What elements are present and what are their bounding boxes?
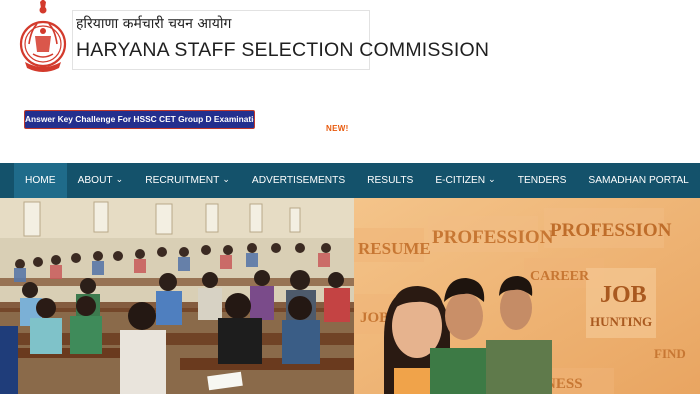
nav-item-e-citizen[interactable]: E-CITIZEN ⌄ xyxy=(424,163,506,198)
nav-item-label: RESULTS xyxy=(367,175,414,186)
site-title-english: HARYANA STAFF SELECTION COMMISSION xyxy=(76,39,490,61)
chevron-down-icon: ⌄ xyxy=(488,174,496,184)
chevron-down-icon: ⌄ xyxy=(115,174,124,184)
nav-item-label: E-CITIZEN xyxy=(435,175,486,186)
exam-hall-photo xyxy=(0,198,354,394)
site-title-hindi: हरियाणा कर्मचारी चयन आयोग xyxy=(76,16,232,32)
page: हरियाणा कर्मचारी चयन आयोग HARYANA STAFF … xyxy=(0,0,700,394)
hero-word-resume: RESUME xyxy=(358,239,431,258)
nav-item-advertisements[interactable]: ADVERTISEMENTS xyxy=(241,163,356,198)
hero-word-profession: PROFESSION xyxy=(432,227,554,248)
main-nav: HOME ABOUT ⌄ RECRUITMENT ⌄ ADVERTISEMENTS … xyxy=(0,163,700,198)
nav-item-label: SAMADHAN PORTAL xyxy=(588,175,689,186)
hero-banner: RESUME PROFESSION PROFESSION CAREER JOB … xyxy=(0,198,700,394)
hero-word-hunting: HUNTING xyxy=(590,314,652,329)
nav-item-recruitment[interactable]: RECRUITMENT ⌄ xyxy=(134,163,241,198)
answer-key-notice-link[interactable]: Answer Key Challenge For HSSC CET Group … xyxy=(24,110,255,129)
nav-item-label: ADVERTISEMENTS xyxy=(251,175,346,186)
nav-item-samadhan-portal[interactable]: SAMADHAN PORTAL xyxy=(577,163,699,198)
nav-item-label: HOME xyxy=(25,175,56,186)
job-hunting-banner: RESUME PROFESSION PROFESSION CAREER JOB … xyxy=(354,198,700,394)
hero-word-profession-2: PROFESSION xyxy=(550,220,672,241)
nav-item-about[interactable]: ABOUT ⌄ xyxy=(67,163,135,198)
hero-word-job: JOB xyxy=(600,282,647,308)
site-header: हरियाणा कर्मचारी चयन आयोग HARYANA STAFF … xyxy=(0,0,700,160)
nav-item-label: TENDERS xyxy=(517,175,567,186)
nav-item-results[interactable]: RESULTS xyxy=(356,163,424,198)
new-badge: NEW! xyxy=(326,124,349,133)
nav-item-home[interactable]: HOME xyxy=(14,163,67,198)
site-title-box: हरियाणा कर्मचारी चयन आयोग HARYANA STAFF … xyxy=(72,10,489,70)
hero-word-career: CAREER xyxy=(530,269,590,284)
nav-item-tenders[interactable]: TENDERS xyxy=(507,163,578,198)
state-emblem-icon[interactable] xyxy=(19,0,67,78)
nav-item-label: RECRUITMENT xyxy=(145,175,220,186)
hero-word-find: FIND xyxy=(654,346,686,361)
chevron-down-icon: ⌄ xyxy=(222,174,230,184)
nav-item-label: ABOUT xyxy=(77,175,113,186)
